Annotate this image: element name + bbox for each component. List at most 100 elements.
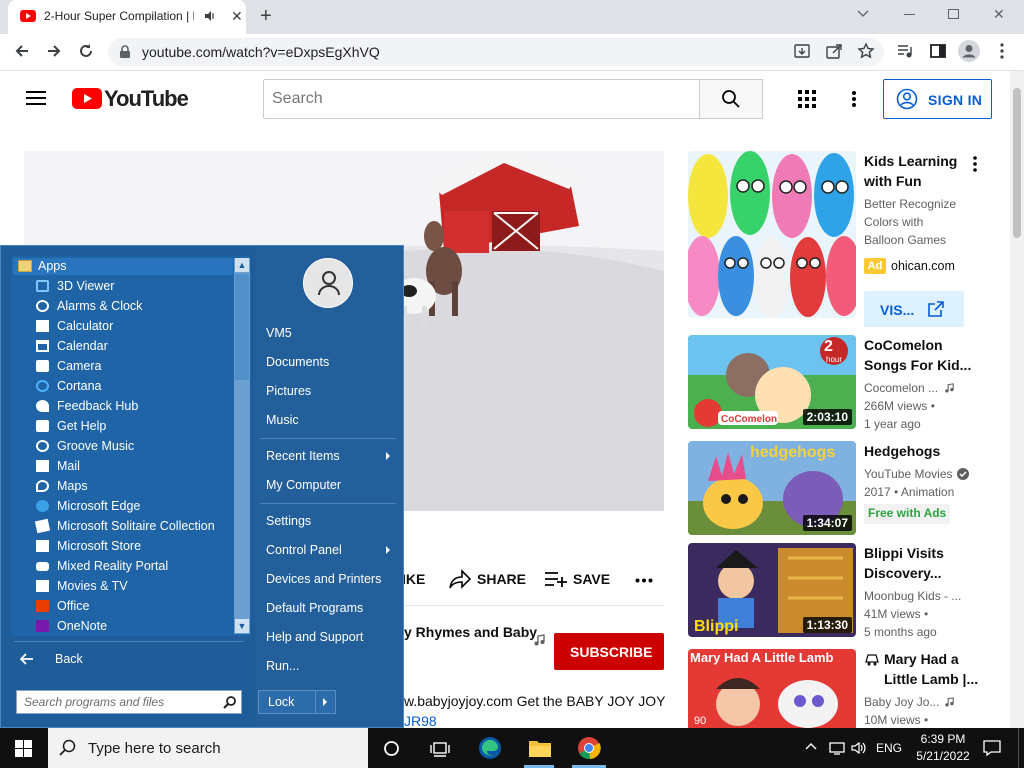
- start-item-devices-printers[interactable]: Devices and Printers: [266, 572, 381, 586]
- start-search-input[interactable]: [17, 691, 217, 713]
- app-microsoft-edge[interactable]: Microsoft Edge: [36, 496, 236, 516]
- browser-tab[interactable]: 2-Hour Super Compilation | Bab ✕: [8, 0, 246, 34]
- app-calendar[interactable]: Calendar: [36, 336, 236, 356]
- input-language[interactable]: ENG: [876, 741, 902, 755]
- app-feedback-hub[interactable]: Feedback Hub: [36, 396, 236, 416]
- start-item-music[interactable]: Music: [266, 413, 299, 427]
- restore-icon[interactable]: [948, 9, 959, 19]
- url-text[interactable]: youtube.com/watch?v=eDxpsEgXhVQ: [142, 44, 380, 60]
- app-mixed-reality[interactable]: Mixed Reality Portal: [36, 556, 236, 576]
- channel-name[interactable]: Moonbug Kids - ...: [864, 587, 961, 605]
- app-cortana[interactable]: Cortana: [36, 376, 236, 396]
- apps-scrollbar-thumb[interactable]: [235, 274, 249, 380]
- start-item-settings[interactable]: Settings: [266, 514, 311, 528]
- video-title[interactable]: Mary Had a Little Lamb |...: [884, 649, 994, 689]
- share-icon[interactable]: [825, 42, 843, 60]
- media-control-icon[interactable]: [896, 42, 914, 60]
- apps-grid-icon[interactable]: [798, 90, 816, 108]
- kebab-menu-icon[interactable]: [999, 42, 1005, 60]
- chrome-browser-icon[interactable]: [577, 736, 601, 760]
- like-button-label[interactable]: IKE: [402, 571, 425, 587]
- video-title[interactable]: Blippi Visits Discovery...: [864, 543, 984, 583]
- app-groove-music[interactable]: Groove Music: [36, 436, 236, 456]
- app-movies-tv[interactable]: Movies & TV: [36, 576, 236, 596]
- youtube-logo[interactable]: [72, 88, 102, 109]
- edge-browser-icon[interactable]: [478, 736, 502, 760]
- ad-domain[interactable]: ohican.com: [891, 257, 955, 275]
- share-button[interactable]: SHARE: [477, 571, 526, 587]
- card-menu-icon[interactable]: [972, 156, 978, 172]
- taskbar-search-text[interactable]: Type here to search: [88, 740, 221, 757]
- lock-options-arrow-icon[interactable]: [323, 698, 327, 706]
- bookmark-star-icon[interactable]: [857, 42, 875, 60]
- reload-icon[interactable]: [77, 42, 95, 60]
- description-link[interactable]: JR98: [404, 713, 437, 729]
- chevron-down-icon[interactable]: [856, 6, 870, 20]
- app-mail[interactable]: Mail: [36, 456, 236, 476]
- channel-name[interactable]: Cocomelon ...: [864, 379, 938, 397]
- lock-icon[interactable]: [119, 45, 131, 59]
- search-box[interactable]: [263, 79, 700, 119]
- page-scrollbar-thumb[interactable]: [1013, 88, 1021, 238]
- back-button[interactable]: Back: [55, 652, 83, 666]
- video-thumbnail[interactable]: Blippi 1:13:30: [688, 543, 856, 637]
- start-item-user[interactable]: VM5: [266, 326, 292, 340]
- video-title[interactable]: Kids Learning with Fun: [864, 151, 984, 191]
- app-alarms-clock[interactable]: Alarms & Clock: [36, 296, 236, 316]
- channel-name[interactable]: YouTube Movies: [864, 465, 953, 483]
- hamburger-menu-icon[interactable]: [26, 90, 46, 106]
- back-arrow-icon[interactable]: [13, 42, 31, 60]
- search-input[interactable]: [264, 80, 699, 118]
- video-thumbnail[interactable]: Mary Had A Little Lamb 90: [688, 649, 856, 728]
- search-button[interactable]: [699, 79, 763, 119]
- side-panel-icon[interactable]: [929, 42, 947, 60]
- app-onenote[interactable]: OneNote: [36, 616, 236, 636]
- more-actions-icon[interactable]: [635, 578, 653, 583]
- start-item-pictures[interactable]: Pictures: [266, 384, 311, 398]
- file-explorer-icon[interactable]: [528, 738, 552, 758]
- playlist-add-icon[interactable]: [545, 571, 567, 587]
- profile-icon[interactable]: [958, 40, 980, 62]
- app-get-help[interactable]: Get Help: [36, 416, 236, 436]
- subscribe-button[interactable]: SUBSCRIBE: [554, 633, 664, 670]
- app-camera[interactable]: Camera: [36, 356, 236, 376]
- video-thumbnail[interactable]: CoComelon 2 hour 2:03:10: [688, 335, 856, 429]
- video-thumbnail[interactable]: hedgehogs 1:34:07: [688, 441, 856, 535]
- video-title[interactable]: Hedgehogs: [864, 441, 984, 461]
- channel-name[interactable]: y Rhymes and Baby: [404, 624, 537, 640]
- back-arrow-icon[interactable]: [20, 653, 34, 665]
- ad-thumbnail[interactable]: [688, 151, 856, 318]
- app-3d-viewer[interactable]: 3D Viewer: [36, 276, 236, 296]
- start-item-documents[interactable]: Documents: [266, 355, 329, 369]
- sign-in-button[interactable]: SIGN IN: [883, 79, 992, 119]
- cortana-icon[interactable]: [383, 740, 400, 757]
- taskbar-clock[interactable]: 6:39 PM 5/21/2022: [906, 731, 980, 765]
- channel-name[interactable]: Baby Joy Jo...: [864, 693, 939, 711]
- app-microsoft-store[interactable]: Microsoft Store: [36, 536, 236, 556]
- apps-folder[interactable]: Apps: [13, 258, 233, 275]
- start-search-box[interactable]: [16, 690, 242, 714]
- app-solitaire[interactable]: Microsoft Solitaire Collection: [34, 516, 236, 536]
- speaker-icon[interactable]: [204, 10, 216, 22]
- show-desktop-divider[interactable]: [1018, 728, 1019, 768]
- forward-arrow-icon[interactable]: [45, 42, 63, 60]
- start-item-help-support[interactable]: Help and Support: [266, 630, 363, 644]
- scroll-up-icon[interactable]: ▲: [235, 258, 249, 272]
- user-avatar[interactable]: [303, 258, 353, 308]
- install-icon[interactable]: [793, 42, 811, 60]
- app-maps[interactable]: Maps: [36, 476, 236, 496]
- app-office[interactable]: Office: [36, 596, 236, 616]
- visit-button[interactable]: VIS...: [864, 291, 964, 327]
- start-item-recent-items[interactable]: Recent Items: [266, 449, 340, 463]
- settings-kebab-icon[interactable]: [851, 90, 857, 108]
- new-tab-icon[interactable]: +: [260, 5, 272, 28]
- network-icon[interactable]: [829, 741, 845, 755]
- share-arrow-icon[interactable]: [449, 569, 471, 589]
- notifications-icon[interactable]: [983, 740, 1001, 756]
- window-close-icon[interactable]: ✕: [993, 6, 1005, 23]
- minimize-icon[interactable]: [904, 14, 915, 15]
- windows-start-icon[interactable]: [15, 740, 32, 757]
- start-item-my-computer[interactable]: My Computer: [266, 478, 341, 492]
- start-item-run[interactable]: Run...: [266, 659, 299, 673]
- lock-button[interactable]: Lock: [258, 690, 336, 714]
